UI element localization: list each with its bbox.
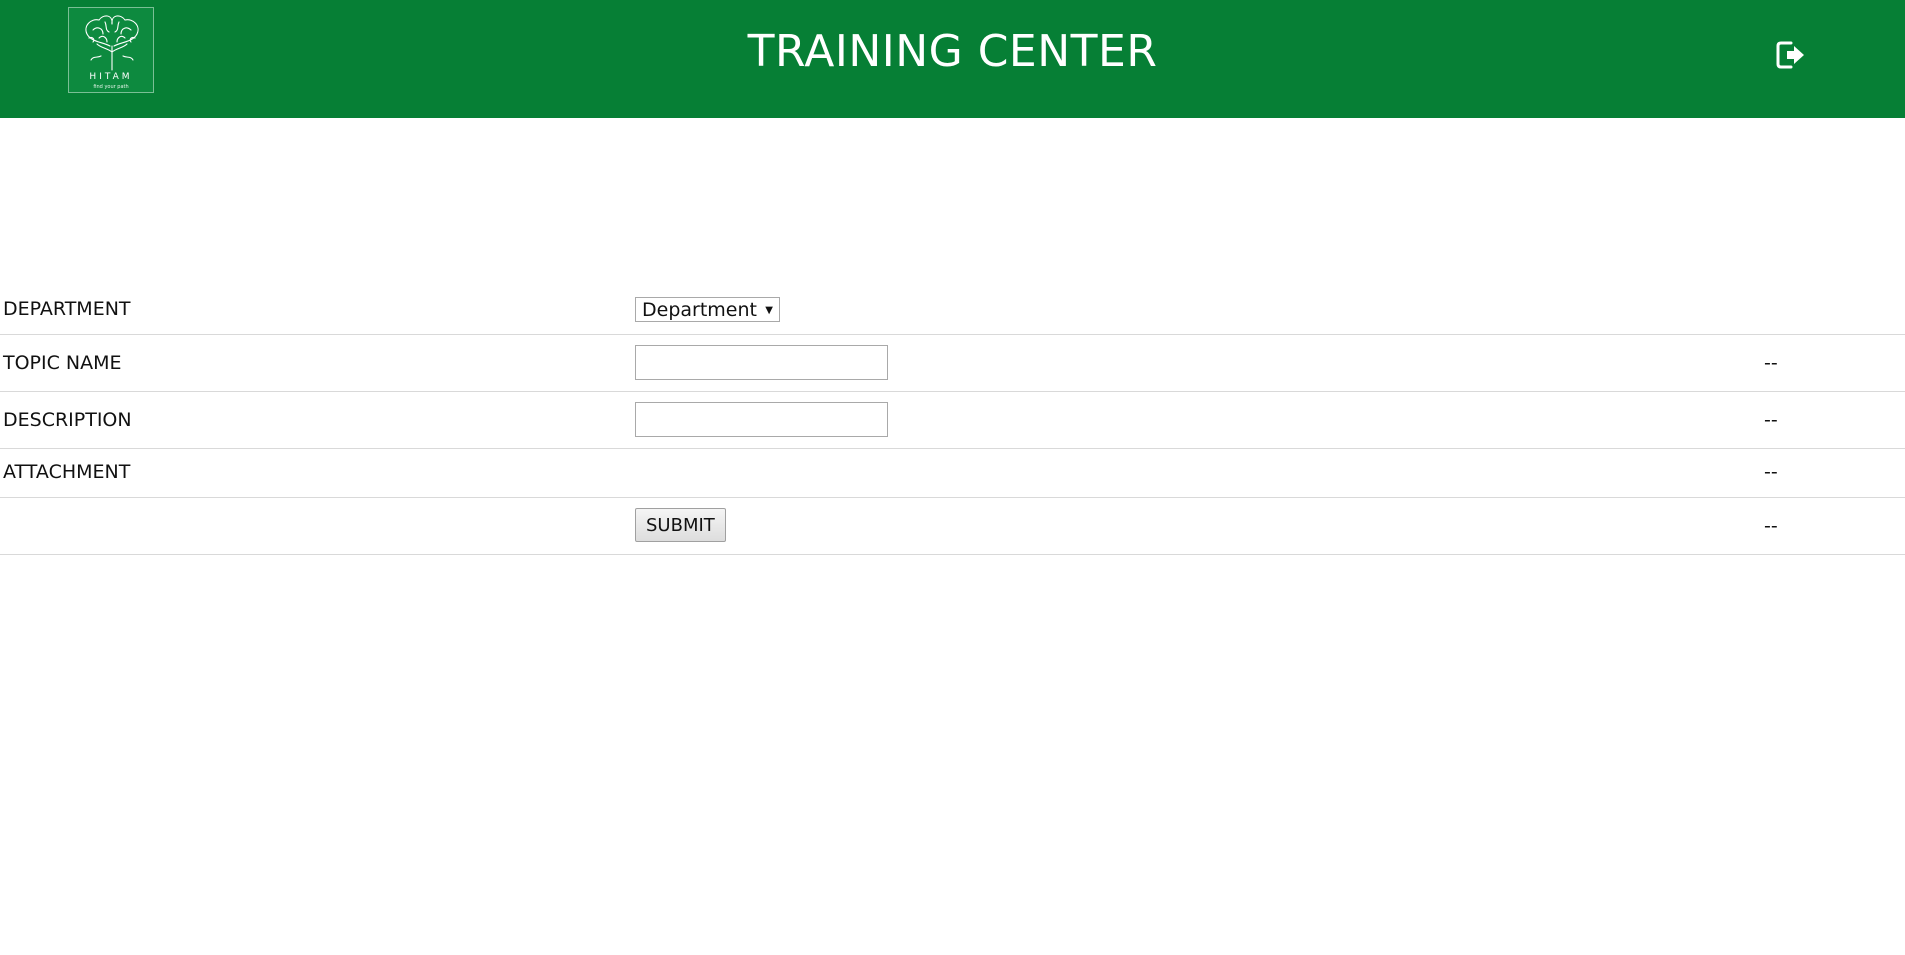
submit-button[interactable]: SUBMIT bbox=[635, 508, 726, 542]
description-label: DESCRIPTION bbox=[3, 409, 132, 431]
training-topic-form: DEPARTMENT Department ▼ TOPIC NAME -- DE… bbox=[0, 290, 1905, 555]
attachment-status: -- bbox=[1764, 461, 1778, 483]
description-input[interactable] bbox=[635, 402, 888, 437]
department-select-value: Department bbox=[642, 299, 757, 321]
topic-name-status: -- bbox=[1764, 352, 1778, 374]
app-header: HITAM find your path TRAINING CENTER bbox=[0, 0, 1905, 118]
page-title: TRAINING CENTER bbox=[747, 26, 1158, 77]
form-row-submit: SUBMIT -- bbox=[0, 498, 1905, 555]
submit-status: -- bbox=[1764, 515, 1778, 537]
sign-out-icon bbox=[1776, 41, 1804, 69]
chevron-down-icon: ▼ bbox=[765, 305, 773, 316]
form-row-department: DEPARTMENT Department ▼ bbox=[0, 290, 1905, 335]
topic-name-label: TOPIC NAME bbox=[3, 352, 122, 374]
department-select[interactable]: Department ▼ bbox=[635, 297, 780, 322]
form-row-description: DESCRIPTION -- bbox=[0, 392, 1905, 449]
department-label: DEPARTMENT bbox=[3, 298, 131, 320]
form-row-attachment: ATTACHMENT -- bbox=[0, 449, 1905, 498]
form-row-topic-name: TOPIC NAME -- bbox=[0, 335, 1905, 392]
description-status: -- bbox=[1764, 409, 1778, 431]
attachment-label: ATTACHMENT bbox=[3, 461, 131, 483]
logo-tagline: find your path bbox=[93, 84, 129, 90]
logout-button[interactable] bbox=[1775, 37, 1807, 73]
topic-name-input[interactable] bbox=[635, 345, 888, 380]
